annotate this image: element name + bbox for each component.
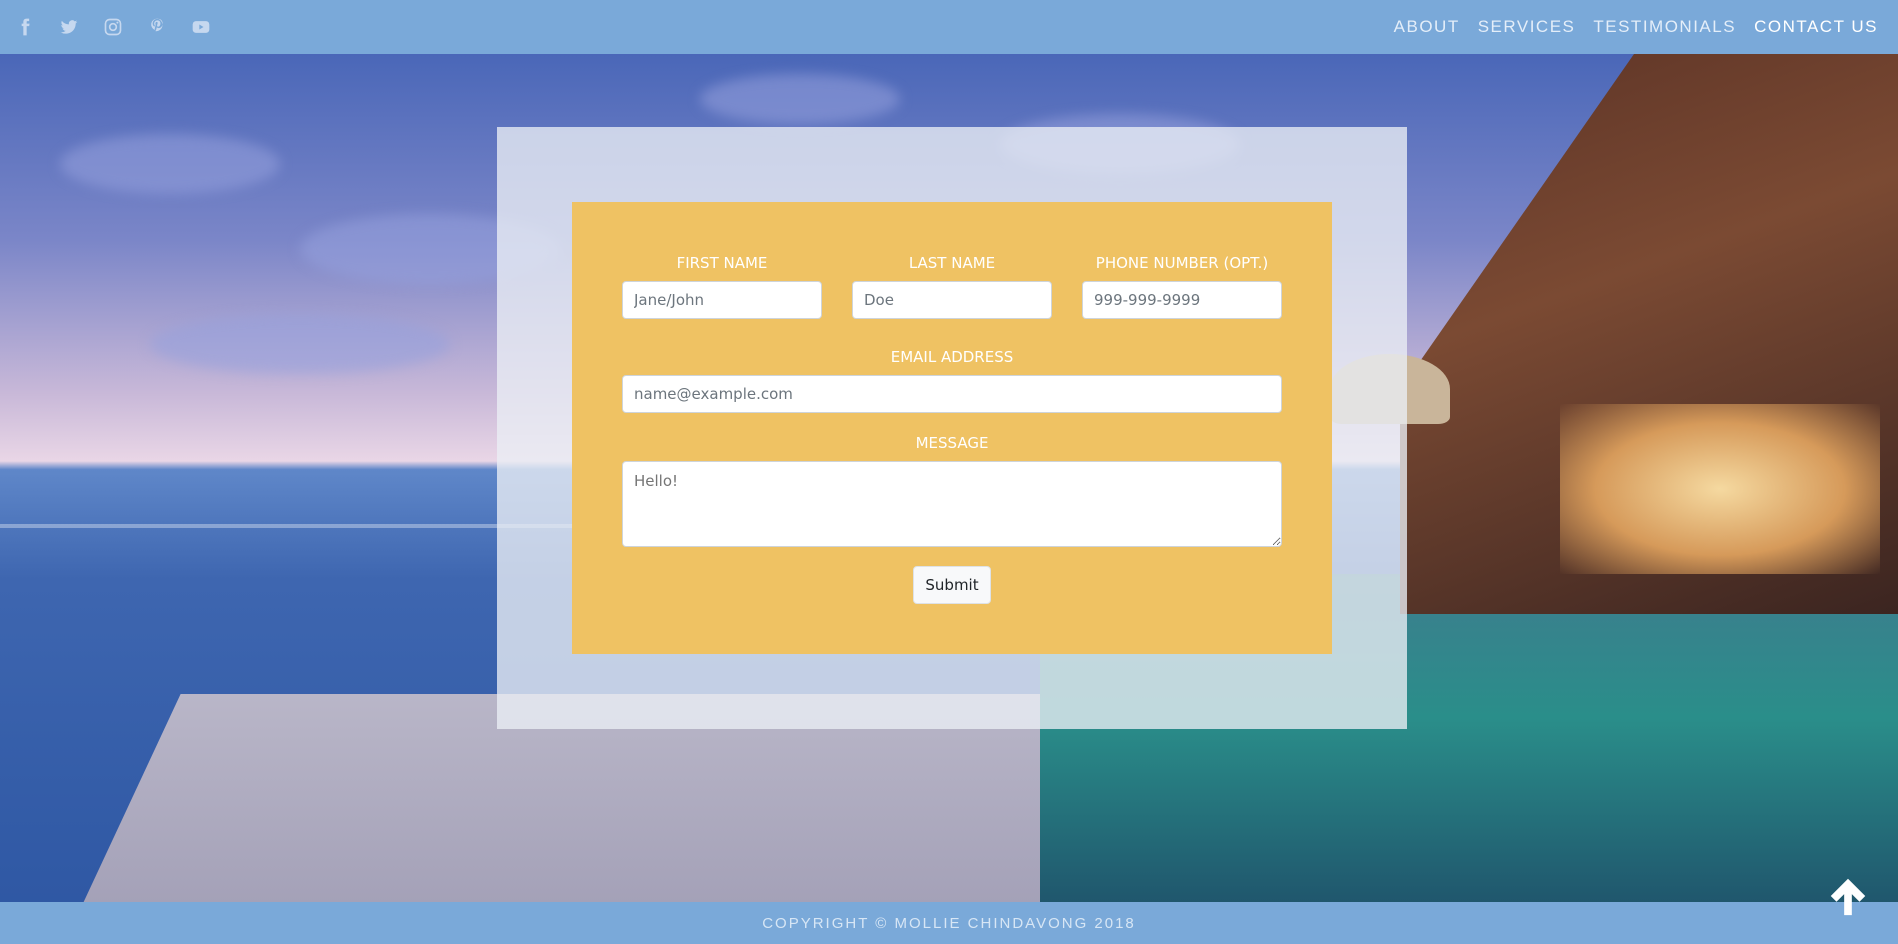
phone-label: PHONE NUMBER (OPT.) [1095, 254, 1269, 272]
phone-group: PHONE NUMBER (OPT.) [1082, 254, 1282, 319]
copyright-text: COPYRIGHT © MOLLIE CHINDAVONG 2018 [762, 914, 1136, 932]
nav-contact-us[interactable]: CONTACT US [1754, 17, 1878, 37]
email-group: EMAIL ADDRESS [622, 348, 1282, 413]
back-to-top-button[interactable] [1822, 870, 1874, 922]
email-label: EMAIL ADDRESS [890, 348, 1014, 366]
message-group: MESSAGE [622, 434, 1282, 547]
nav-testimonials[interactable]: TESTIMONIALS [1593, 17, 1736, 37]
nav-about[interactable]: ABOUT [1394, 17, 1460, 37]
footer: COPYRIGHT © MOLLIE CHINDAVONG 2018 [0, 902, 1898, 944]
contact-form: FIRST NAME LAST NAME PHONE NUMBER (OPT.)… [572, 202, 1332, 654]
twitter-icon[interactable] [58, 16, 80, 38]
email-input[interactable] [622, 375, 1282, 413]
phone-input[interactable] [1082, 281, 1282, 319]
first-name-group: FIRST NAME [622, 254, 822, 319]
main-nav: ABOUT SERVICES TESTIMONIALS CONTACT US [1394, 17, 1884, 37]
social-links [14, 16, 212, 38]
last-name-label: LAST NAME [908, 254, 996, 272]
arrow-up-icon [1830, 878, 1866, 916]
first-name-label: FIRST NAME [676, 254, 768, 272]
pinterest-icon[interactable] [146, 16, 168, 38]
youtube-icon[interactable] [190, 16, 212, 38]
message-textarea[interactable] [622, 461, 1282, 547]
first-name-input[interactable] [622, 281, 822, 319]
last-name-group: LAST NAME [852, 254, 1052, 319]
nav-services[interactable]: SERVICES [1478, 17, 1576, 37]
facebook-icon[interactable] [14, 16, 36, 38]
last-name-input[interactable] [852, 281, 1052, 319]
submit-button[interactable]: Submit [913, 566, 991, 604]
top-navbar: ABOUT SERVICES TESTIMONIALS CONTACT US [0, 0, 1898, 54]
instagram-icon[interactable] [102, 16, 124, 38]
name-phone-row: FIRST NAME LAST NAME PHONE NUMBER (OPT.) [622, 254, 1282, 319]
message-label: MESSAGE [915, 434, 989, 452]
